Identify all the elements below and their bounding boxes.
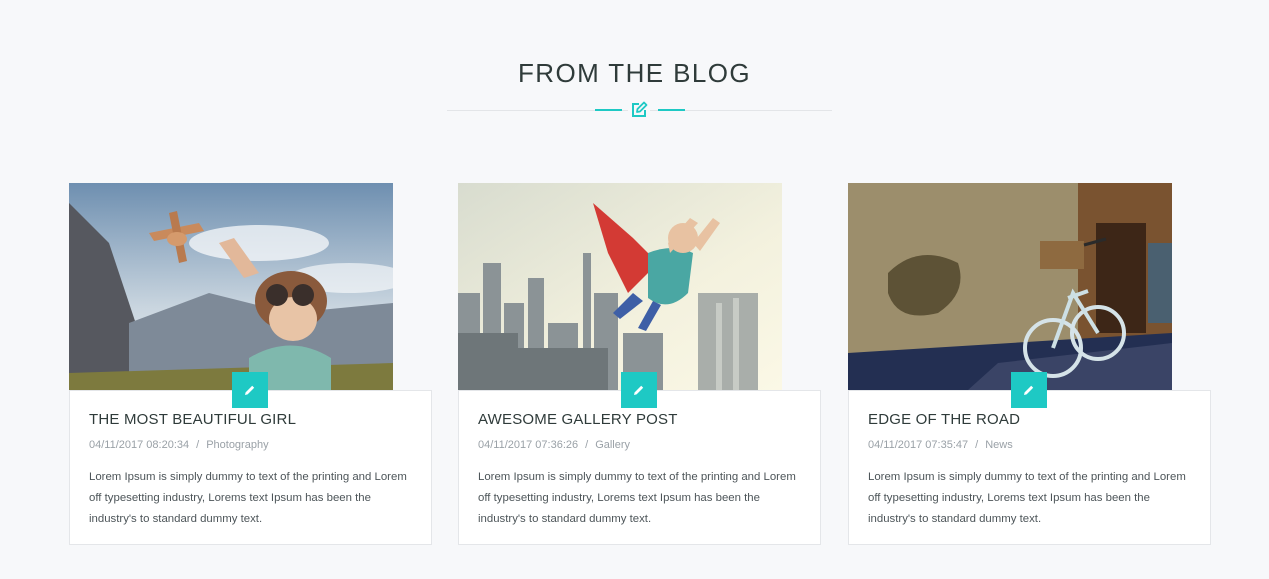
post-category[interactable]: Gallery xyxy=(595,439,630,451)
post-title[interactable]: AWESOME GALLERY POST xyxy=(478,411,678,428)
divider-dash-right xyxy=(658,109,685,111)
post-date: 04/11/2017 07:35:47 xyxy=(868,439,969,451)
post-date: 04/11/2017 07:36:26 xyxy=(478,439,579,451)
post-title[interactable]: EDGE OF THE ROAD xyxy=(868,411,1020,428)
meta-separator: / xyxy=(975,439,979,451)
post-image-superhero-kid[interactable] xyxy=(458,183,782,390)
pencil-icon xyxy=(245,385,255,395)
divider-dash-left xyxy=(595,109,622,111)
post-image-bicycle-wall[interactable] xyxy=(848,183,1172,390)
post-meta: 04/11/2017 08:20:34 / Photography xyxy=(89,439,269,451)
blog-card: AWESOME GALLERY POST 04/11/2017 07:36:26… xyxy=(458,183,821,545)
edit-post-button[interactable] xyxy=(1011,372,1047,408)
post-image-aviator-kid[interactable] xyxy=(69,183,393,390)
post-excerpt: Lorem Ipsum is simply dummy to text of t… xyxy=(89,471,407,525)
blog-card: EDGE OF THE ROAD 04/11/2017 07:35:47 / New… xyxy=(848,183,1211,545)
post-category[interactable]: News xyxy=(985,439,1013,451)
post-excerpt: Lorem Ipsum is simply dummy to text of t… xyxy=(478,471,796,525)
section-title: FROM THE BLOG xyxy=(518,58,751,88)
pencil-icon xyxy=(1024,385,1034,395)
blog-card: THE MOST BEAUTIFUL GIRL 04/11/2017 08:20… xyxy=(69,183,432,545)
meta-separator: / xyxy=(196,439,200,451)
meta-separator: / xyxy=(585,439,589,451)
post-title[interactable]: THE MOST BEAUTIFUL GIRL xyxy=(89,411,296,428)
post-excerpt: Lorem Ipsum is simply dummy to text of t… xyxy=(868,471,1186,525)
edit-post-button[interactable] xyxy=(621,372,657,408)
post-meta: 04/11/2017 07:36:26 / Gallery xyxy=(478,439,630,451)
edit-post-button[interactable] xyxy=(232,372,268,408)
post-meta: 04/11/2017 07:35:47 / News xyxy=(868,439,1013,451)
edit-icon xyxy=(628,99,650,121)
pencil-icon xyxy=(634,385,644,395)
post-category[interactable]: Photography xyxy=(206,439,268,451)
post-date: 04/11/2017 08:20:34 xyxy=(89,439,190,451)
